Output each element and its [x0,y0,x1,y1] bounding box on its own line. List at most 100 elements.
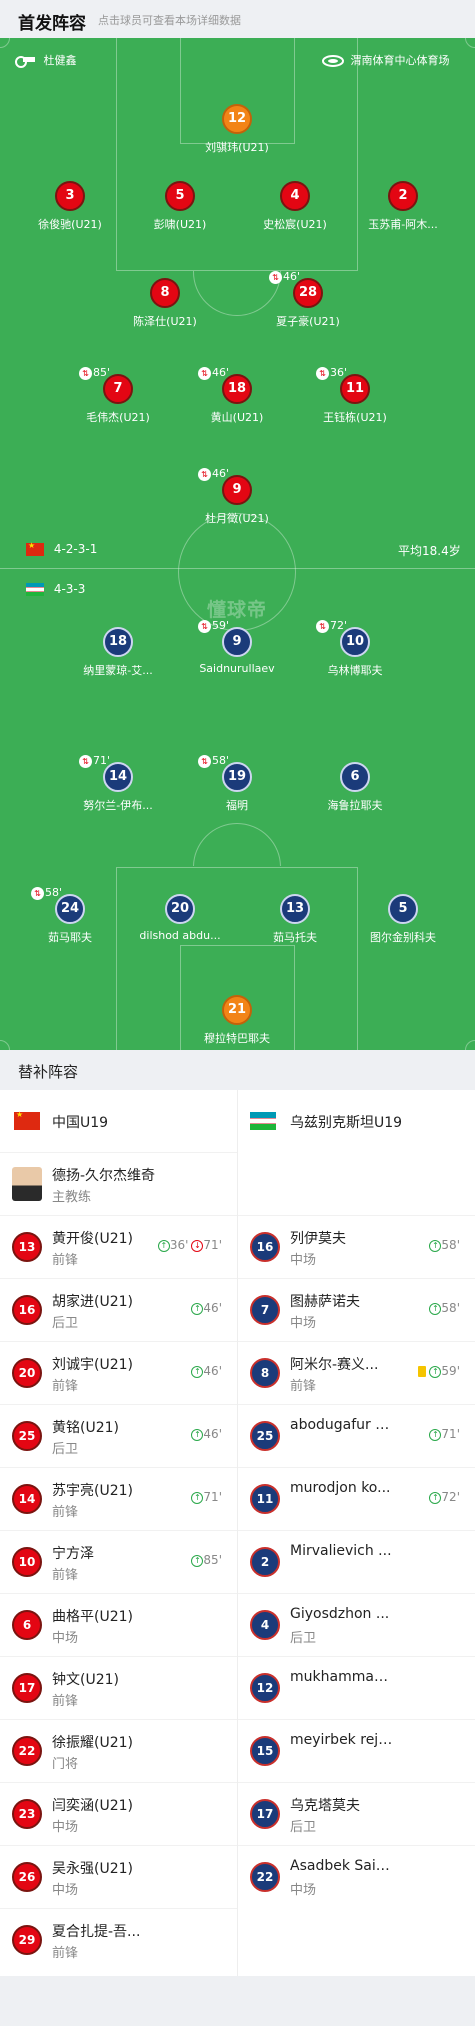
substitution-badge: ⇅ 72' [316,619,347,633]
bench-player-row[interactable]: 20 刘诚宇(U21) 前锋 ↑ 46' [0,1341,237,1404]
home-player[interactable]: 8 陈泽仕(U21) [105,278,225,329]
lineup-title: 首发阵容 [18,14,86,34]
home-player[interactable]: 4 史松宸(U21) [235,181,355,232]
lineup-header: 首发阵容 点击球员可查看本场详细数据 [0,0,475,38]
bench-player-row[interactable]: 29 夏合扎提-吾... 前锋 [0,1908,237,1971]
bench-player-row[interactable]: 11 murodjon ko... ↑ 72' [238,1467,475,1530]
home-player[interactable]: 3 徐俊驰(U21) [10,181,130,232]
player-name: 纳里蒙琼-艾... [83,664,153,677]
bench-player-row[interactable]: 23 闫奕涵(U21) 中场 [0,1782,237,1845]
home-player[interactable]: 12 刘骐玮(U21) [177,104,297,155]
bench-player-row[interactable]: 25 黄铭(U21) 后卫 ↑ 46' [0,1404,237,1467]
home-player[interactable]: ⇅ 46' 9 杜月徵(U21) [177,467,297,526]
bench-player-position: 门将 [52,1757,79,1772]
bench-header: 替补阵容 [0,1050,475,1090]
bench-player-row[interactable]: 7 图赫萨诺夫 中场 ↑ 58' [238,1278,475,1341]
bench-player-row[interactable]: 12 mukhammad... [238,1656,475,1719]
bench-events: ↑ 46' [191,1364,225,1378]
pitch: 杜健鑫 渭南体育中心体育场 懂球帝 4-2-3-1 平均18.4岁 4-3-3 … [0,38,475,1050]
bench-player-row[interactable]: 10 宁方泽 前锋 ↑ 85' [0,1530,237,1593]
home-player[interactable]: 2 玉苏甫-阿木... [343,181,463,232]
bench-player-row[interactable]: 13 黄开俊(U21) 前锋 ↑ 36' ↓ 71' [0,1215,237,1278]
bench-player-row[interactable]: 17 乌克塔莫夫 后卫 [238,1782,475,1845]
jersey-number: 6 [340,762,370,792]
jersey-number: 4 [250,1610,280,1640]
away-team-row[interactable]: 乌兹别克斯坦U19 [238,1090,475,1152]
home-player[interactable]: ⇅ 85' 7 毛伟杰(U21) [58,366,178,425]
jersey-number: 3 [55,181,85,211]
player-name: 乌林博耶夫 [327,664,383,677]
bench-player-name: 夏合扎提-吾... [52,1924,141,1940]
bench-player-position: 后卫 [290,1820,317,1835]
away-player[interactable]: 6 海鲁拉耶夫 [295,762,415,813]
away-player[interactable]: 21 穆拉特巴耶夫 [177,995,297,1046]
bench-player-row[interactable]: 22 徐振耀(U21) 门将 [0,1719,237,1782]
event-minute: 85' [203,1553,222,1567]
home-team-name: 中国U19 [52,1115,109,1131]
coach-row[interactable]: 德扬-久尔杰维奇 主教练 [0,1152,237,1215]
away-player[interactable]: ⇅ 58' 24 茹马耶夫 [10,886,130,945]
away-player[interactable]: ⇅ 59' 9 Saidnurullaev [177,619,297,675]
bench-events: ↑ 36' ↓ 71' [157,1238,225,1252]
home-player[interactable]: ⇅ 46' 28 夏子豪(U21) [248,270,368,329]
jersey-number: 19 [222,762,252,792]
bench-player-position: 后卫 [52,1316,79,1331]
home-player[interactable]: ⇅ 36' 11 王钰栋(U21) [295,366,415,425]
bench-player-row[interactable]: 16 列伊莫夫 中场 ↑ 58' [238,1215,475,1278]
bench-player-row[interactable]: 8 阿米尔-赛义... 前锋 ↑ 59' [238,1341,475,1404]
bench-player-row[interactable]: 25 abodugafur h... ↑ 71' [238,1404,475,1467]
bench-player-position: 中场 [290,1316,317,1331]
home-player[interactable]: ⇅ 46' 18 黄山(U21) [177,366,297,425]
away-player[interactable]: ⇅ 58' 19 福明 [177,754,297,813]
bench-player-row[interactable]: 22 Asadbek Said... 中场 [238,1845,475,1908]
watermark-logo: 懂球帝 [207,599,268,621]
bench-events: ↑ 72' [429,1490,463,1504]
jersey-number: 9 [222,627,252,657]
bench-player-position: 前锋 [52,1946,79,1961]
player-name: 徐俊驰(U21) [38,218,102,231]
away-team-name: 乌兹别克斯坦U19 [290,1115,403,1131]
bench-player-name: 吴永强(U21) [52,1861,133,1877]
bench-player-name: 曲格平(U21) [52,1609,133,1625]
away-player[interactable]: ⇅ 71' 14 努尔兰-伊布... [58,754,178,813]
jersey-number: 8 [250,1358,280,1388]
bench-player-row[interactable]: 26 吴永强(U21) 中场 [0,1845,237,1908]
away-player[interactable]: 13 茹马托夫 [235,894,355,945]
substitution-badge: ⇅ 58' [198,754,229,768]
referee-name: 杜健鑫 [43,54,77,67]
sub-off-icon: ⇅ [198,467,211,481]
venue-name: 渭南体育中心体育场 [350,54,450,67]
substitution-badge: ⇅ 59' [198,619,229,633]
coach-role: 主教练 [52,1190,92,1205]
sub-off-icon: ⇅ [316,619,329,633]
bench-player-row[interactable]: 4 Giyosdzhon ... 后卫 [238,1593,475,1656]
jersey-number: 13 [280,894,310,924]
coach-avatar [12,1167,42,1201]
jersey-number: 17 [250,1799,280,1829]
bench-player-name: 徐振耀(U21) [52,1735,133,1751]
player-name: 黄山(U21) [210,411,264,424]
bench-player-position: 中场 [290,1883,317,1898]
bench-player-row[interactable]: 15 meyirbek reja... [238,1719,475,1782]
away-player[interactable]: 18 纳里蒙琼-艾... [58,627,178,678]
jersey-number: 25 [12,1421,42,1451]
bench-player-row[interactable]: 2 Mirvalievich ... [238,1530,475,1593]
home-player[interactable]: 5 彭啸(U21) [120,181,240,232]
bench-player-row[interactable]: 16 胡家进(U21) 后卫 ↑ 46' [0,1278,237,1341]
jersey-number: 18 [222,374,252,404]
bench-player-row[interactable]: 14 苏宇亮(U21) 前锋 ↑ 71' [0,1467,237,1530]
away-player[interactable]: 5 图尔金别科夫 [343,894,463,945]
bench-player-row[interactable]: 6 曲格平(U21) 中场 [0,1593,237,1656]
player-name: 玉苏甫-阿木... [368,218,438,231]
away-player[interactable]: 20 dilshod abdu... [120,894,240,942]
substitution-badge: ⇅ 46' [269,270,300,284]
jersey-number: 10 [340,627,370,657]
substitution-badge: ⇅ 36' [316,366,347,380]
bench-player-position: 后卫 [52,1442,79,1457]
away-player[interactable]: ⇅ 72' 10 乌林博耶夫 [295,619,415,678]
home-team-row[interactable]: 中国U19 [0,1090,237,1152]
bench-player-name: Asadbek Said... [290,1858,395,1874]
bench-player-row[interactable]: 17 钟文(U21) 前锋 [0,1656,237,1719]
bench-player-name: 黄铭(U21) [52,1420,119,1436]
bench-player-name: 列伊莫夫 [290,1231,346,1247]
